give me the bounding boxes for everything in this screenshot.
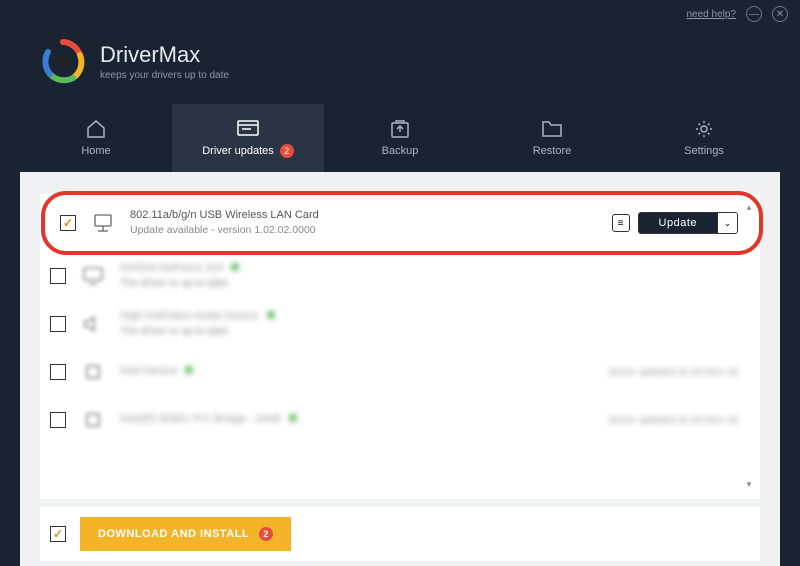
app-title: DriverMax	[100, 42, 229, 68]
update-button-label: Update	[639, 213, 717, 233]
driver-title: NVIDIA GeForce 210	[120, 262, 223, 274]
nav-label: Restore	[533, 145, 572, 157]
download-install-button[interactable]: DOWNLOAD AND INSTALL 2	[80, 517, 291, 551]
scroll-down-icon[interactable]: ▾	[744, 479, 754, 491]
driver-row[interactable]: NVIDIA GeForce 210 The driver is up-to-d…	[50, 252, 738, 300]
driver-row[interactable]: High Definition Audio Device The driver …	[50, 300, 738, 348]
update-button[interactable]: Update ⌄	[638, 212, 738, 234]
nav-backup[interactable]: Backup	[324, 104, 476, 172]
driver-title: Intel(R) 82801 PCI Bridge - 244E	[120, 413, 281, 425]
app-tagline: keeps your drivers up to date	[100, 70, 229, 81]
driver-row[interactable]: Intel(R) 82801 PCI Bridge - 244E Driver …	[50, 396, 738, 444]
driver-title: High Definition Audio Device	[120, 310, 259, 322]
checkbox[interactable]	[50, 268, 66, 284]
nav-driver-updates[interactable]: Driver updates 2	[172, 104, 324, 172]
updates-icon	[237, 118, 259, 138]
driver-list: ▴ ▾ 802.11a/b/g/n USB Wireless LAN Card …	[40, 194, 760, 499]
backup-icon	[389, 119, 411, 139]
monitor-icon	[80, 263, 106, 289]
checkbox[interactable]	[50, 316, 66, 332]
bottom-bar: DOWNLOAD AND INSTALL 2	[40, 507, 760, 561]
audio-icon	[80, 311, 106, 337]
checkbox[interactable]	[50, 364, 66, 380]
driver-subtitle: The driver is up-to-date	[120, 276, 738, 291]
header: DriverMax keeps your drivers up to date	[0, 28, 800, 104]
nav-label: Driver updates	[202, 145, 274, 157]
driver-right-text: Driver updated on 03-Nov-16	[609, 367, 738, 378]
home-icon	[85, 119, 107, 139]
download-label: DOWNLOAD AND INSTALL	[98, 528, 249, 540]
app-logo	[40, 38, 86, 84]
driver-subtitle: The driver is up-to-date	[120, 324, 738, 339]
nav-restore[interactable]: Restore	[476, 104, 628, 172]
status-dot	[185, 366, 193, 374]
checkbox[interactable]	[50, 412, 66, 428]
update-dropdown[interactable]: ⌄	[717, 213, 737, 233]
driver-title: 802.11a/b/g/n USB Wireless LAN Card	[130, 208, 598, 223]
driver-row-highlighted[interactable]: 802.11a/b/g/n USB Wireless LAN Card Upda…	[44, 194, 760, 252]
select-all-checkbox[interactable]	[50, 526, 66, 542]
driver-row[interactable]: Intel Device Driver updated on 03-Nov-16	[50, 348, 738, 396]
nav-home[interactable]: Home	[20, 104, 172, 172]
scrollbar[interactable]: ▴ ▾	[744, 202, 754, 491]
notes-icon[interactable]: ≡	[612, 214, 630, 232]
download-badge: 2	[259, 527, 273, 541]
help-link[interactable]: need help?	[687, 9, 737, 20]
checkbox[interactable]	[60, 215, 76, 231]
nav-label: Home	[81, 145, 110, 157]
nav-settings[interactable]: Settings	[628, 104, 780, 172]
nav-label: Settings	[684, 145, 724, 157]
driver-subtitle: Update available - version 1.02.02.0000	[130, 223, 598, 238]
chip-icon	[80, 359, 106, 385]
restore-icon	[541, 119, 563, 139]
scroll-up-icon[interactable]: ▴	[744, 202, 754, 214]
nav: Home Driver updates 2 Backup Restore Sett…	[0, 104, 800, 172]
minimize-button[interactable]: —	[746, 6, 762, 22]
nav-label: Backup	[382, 145, 419, 157]
network-card-icon	[90, 210, 116, 236]
content-panel: ▴ ▾ 802.11a/b/g/n USB Wireless LAN Card …	[20, 172, 780, 540]
status-dot	[231, 263, 239, 271]
driver-title: Intel Device	[120, 365, 177, 377]
chip-icon	[80, 407, 106, 433]
close-button[interactable]: ✕	[772, 6, 788, 22]
driver-right-text: Driver updated on 03-Nov-16	[609, 415, 738, 426]
status-dot	[267, 311, 275, 319]
gear-icon	[693, 119, 715, 139]
status-dot	[289, 414, 297, 422]
updates-badge: 2	[280, 144, 294, 158]
